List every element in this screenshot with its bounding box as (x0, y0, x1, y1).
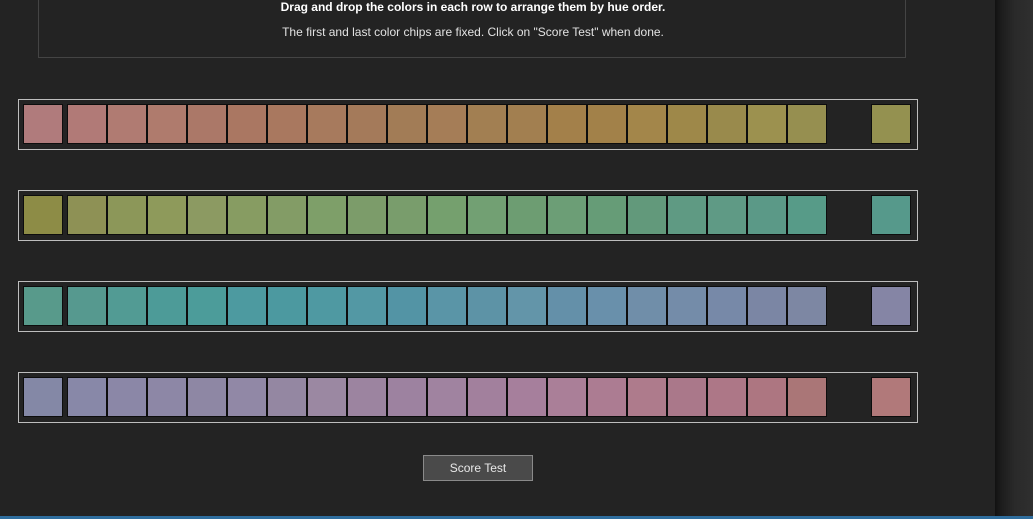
color-chip[interactable] (427, 286, 467, 326)
color-chip[interactable] (627, 104, 667, 144)
color-chip[interactable] (267, 195, 307, 235)
color-chip[interactable] (267, 286, 307, 326)
color-chip[interactable] (627, 195, 667, 235)
color-chip[interactable] (147, 104, 187, 144)
color-chip[interactable] (227, 377, 267, 417)
color-chip[interactable] (107, 286, 147, 326)
color-chip[interactable] (747, 377, 787, 417)
color-chip[interactable] (227, 195, 267, 235)
instructions-box: Drag and drop the colors in each row to … (38, 0, 906, 58)
color-chip[interactable] (667, 377, 707, 417)
color-chip[interactable] (227, 286, 267, 326)
color-chip[interactable] (547, 195, 587, 235)
color-chip[interactable] (187, 104, 227, 144)
color-chip[interactable] (147, 195, 187, 235)
color-chip[interactable] (547, 286, 587, 326)
color-chip[interactable] (547, 104, 587, 144)
color-chip[interactable] (747, 286, 787, 326)
color-chip[interactable] (467, 286, 507, 326)
fixed-color-chip (23, 377, 63, 417)
fixed-color-chip (871, 104, 911, 144)
color-row-3 (18, 281, 918, 332)
color-chip[interactable] (147, 377, 187, 417)
color-chip[interactable] (107, 195, 147, 235)
color-chip[interactable] (787, 286, 827, 326)
color-chip[interactable] (787, 377, 827, 417)
color-chip[interactable] (507, 104, 547, 144)
color-chip[interactable] (427, 377, 467, 417)
instructions-subtitle: The first and last color chips are fixed… (282, 25, 664, 39)
color-chip[interactable] (467, 195, 507, 235)
color-chip[interactable] (107, 377, 147, 417)
color-chip[interactable] (347, 377, 387, 417)
fixed-color-chip (23, 286, 63, 326)
color-chip[interactable] (387, 286, 427, 326)
instructions-title: Drag and drop the colors in each row to … (280, 0, 666, 14)
score-test-button[interactable]: Score Test (423, 455, 533, 481)
color-chip[interactable] (227, 104, 267, 144)
test-panel: Drag and drop the colors in each row to … (0, 0, 995, 516)
color-chip[interactable] (307, 377, 347, 417)
color-chip[interactable] (667, 195, 707, 235)
color-chip[interactable] (307, 286, 347, 326)
fixed-color-chip (871, 377, 911, 417)
color-chip[interactable] (507, 195, 547, 235)
fixed-color-chip (23, 104, 63, 144)
color-chip[interactable] (387, 377, 427, 417)
color-row-1 (18, 99, 918, 150)
color-chip[interactable] (507, 286, 547, 326)
color-chip[interactable] (507, 377, 547, 417)
color-chip[interactable] (387, 104, 427, 144)
color-chip[interactable] (147, 286, 187, 326)
color-chip[interactable] (787, 104, 827, 144)
color-chip[interactable] (587, 286, 627, 326)
color-chip[interactable] (707, 377, 747, 417)
color-chip[interactable] (187, 195, 227, 235)
color-chip[interactable] (747, 104, 787, 144)
color-chip[interactable] (347, 195, 387, 235)
color-chip[interactable] (627, 377, 667, 417)
color-chip[interactable] (707, 195, 747, 235)
color-chip[interactable] (747, 195, 787, 235)
color-chip[interactable] (667, 104, 707, 144)
color-chip[interactable] (387, 195, 427, 235)
color-chip[interactable] (467, 104, 507, 144)
color-chip[interactable] (707, 104, 747, 144)
color-chip[interactable] (67, 286, 107, 326)
color-chip[interactable] (267, 104, 307, 144)
color-chip[interactable] (667, 286, 707, 326)
fixed-color-chip (23, 195, 63, 235)
color-chip[interactable] (587, 104, 627, 144)
color-chip[interactable] (427, 195, 467, 235)
color-chip[interactable] (67, 377, 107, 417)
color-chip[interactable] (547, 377, 587, 417)
color-chip[interactable] (307, 195, 347, 235)
color-chip[interactable] (267, 377, 307, 417)
color-row-2 (18, 190, 918, 241)
window-edge-shadow (995, 0, 1033, 516)
color-chip[interactable] (187, 377, 227, 417)
color-chip[interactable] (347, 104, 387, 144)
color-chip[interactable] (627, 286, 667, 326)
color-chip[interactable] (107, 104, 147, 144)
color-chip[interactable] (587, 195, 627, 235)
color-row-4 (18, 372, 918, 423)
color-chip[interactable] (427, 104, 467, 144)
color-chip[interactable] (347, 286, 387, 326)
color-chip[interactable] (307, 104, 347, 144)
color-chip[interactable] (467, 377, 507, 417)
color-chip[interactable] (587, 377, 627, 417)
fixed-color-chip (871, 195, 911, 235)
color-chip[interactable] (707, 286, 747, 326)
color-chip[interactable] (67, 104, 107, 144)
fixed-color-chip (871, 286, 911, 326)
color-chip[interactable] (187, 286, 227, 326)
color-chip[interactable] (787, 195, 827, 235)
color-chip[interactable] (67, 195, 107, 235)
